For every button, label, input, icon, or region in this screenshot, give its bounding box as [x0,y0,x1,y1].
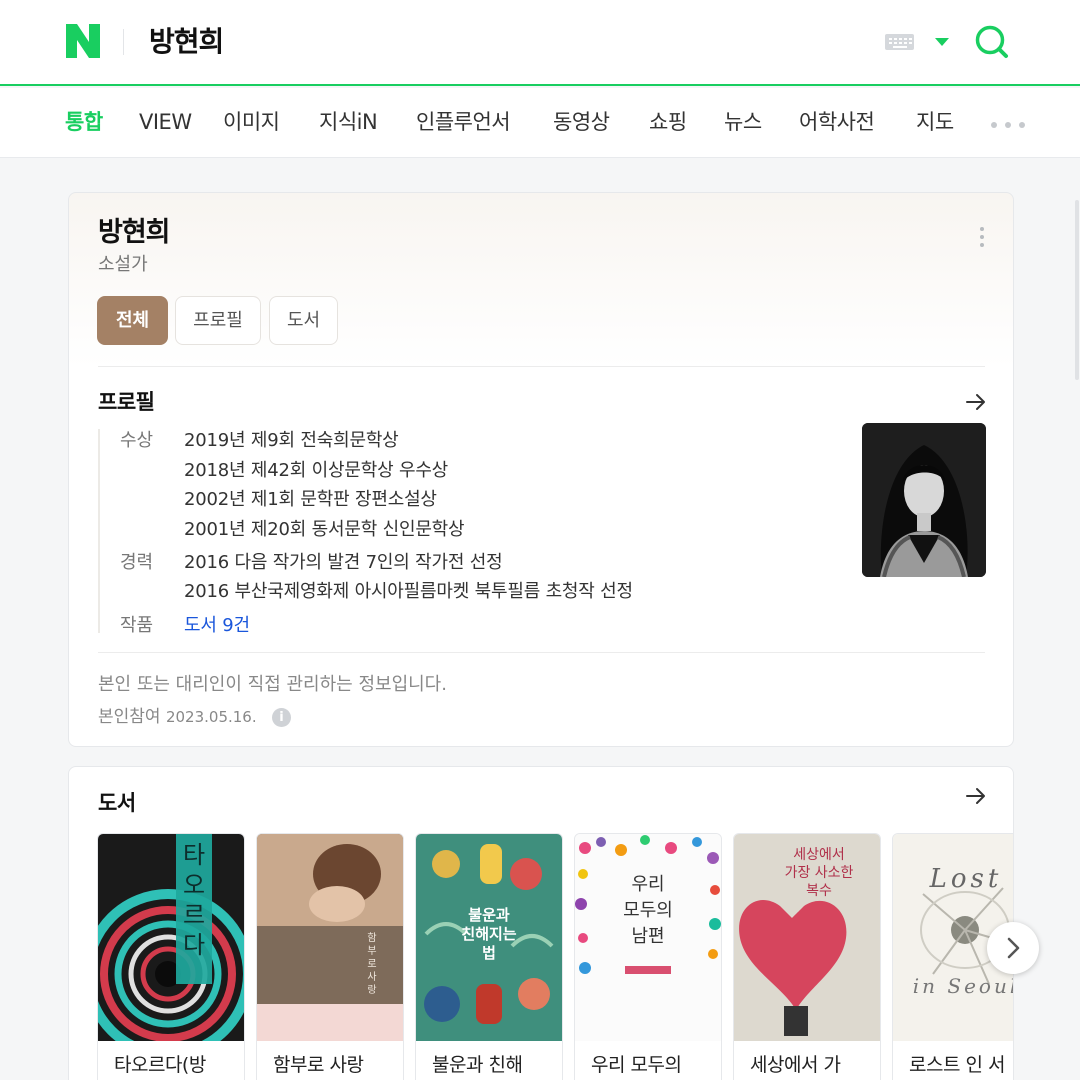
cover-title: 우리 모두의 남편 [623,874,673,947]
book-item[interactable]: 타오르다 타오르다(방 [97,833,245,1080]
book-item[interactable]: 세상에서 가장 사소한 복수 세상에서 가 [733,833,881,1080]
award-item: 2001년 제20회 동서문학 신인문학상 [184,519,465,540]
book-title: 타오르다(방 [114,1054,206,1076]
career-item: 2016 다음 작가의 발견 7인의 작가전 선정 [184,552,503,573]
award-item: 2002년 제1회 문학판 장편소설상 [184,489,437,510]
person-name: 방현희 [98,217,171,248]
arrow-right-icon[interactable] [965,785,987,807]
book-cover: 함부로사랑 [257,834,403,1041]
caret-down-icon[interactable] [935,38,949,46]
search-icon[interactable] [974,24,1010,60]
chip-profile[interactable]: 프로필 [175,296,261,345]
selfref-date: 2023.05.16. [165,708,257,726]
divider [98,652,985,653]
naver-logo[interactable] [64,22,102,60]
book-item[interactable]: 우리 모두의 남편 우리 모두의 [574,833,722,1080]
book-title: 함부로 사랑 [273,1054,364,1076]
chip-books[interactable]: 도서 [269,296,338,345]
cover-subtitle: in Seoul [912,974,1014,998]
profile-section-title[interactable]: 프로필 [98,388,155,416]
cover-title: 함부로사랑 [367,933,377,996]
books-section-title[interactable]: 도서 [98,789,136,817]
book-title: 불운과 친해 [432,1054,523,1076]
scrollbar[interactable] [1075,200,1079,380]
book-cover: 타오르다 [98,834,244,1041]
book-cover: 세상에서 가장 사소한 복수 [734,834,880,1041]
tab-news[interactable]: 뉴스 [724,108,762,136]
tab-view[interactable]: VIEW [139,108,192,136]
career-label: 경력 [120,552,154,573]
search-header: 방현희 [0,0,1080,86]
chevron-right-icon [1007,937,1020,959]
book-cover: 불운과 친해지는 법 [416,834,562,1041]
works-label: 작품 [120,615,154,636]
selfref-label: 본인참여 [98,707,161,727]
awards-label: 수상 [120,430,154,451]
book-title: 로스트 인 서 [909,1054,1005,1076]
tab-influencer[interactable]: 인플루언서 [416,108,511,136]
search-tabs: 통합 VIEW 이미지 지식iN 인플루언서 동영상 쇼핑 뉴스 어학사전 지도 [0,88,1080,158]
profile-info: 수상 2019년 제9회 전숙희문학상 2018년 제42회 이상문학상 우수상… [98,429,858,636]
tab-kin[interactable]: 지식iN [319,108,378,136]
books-card: 도서 타오르다 타오르다(방 함 부 로 사 랑 함부로 사랑 불운과 친해지는… [68,766,1014,1080]
tab-video[interactable]: 동영상 [553,108,610,136]
profile-photo[interactable] [862,423,986,577]
book-title: 세상에서 가 [750,1054,841,1076]
tab-shopping[interactable]: 쇼핑 [649,108,687,136]
tab-dictionary[interactable]: 어학사전 [799,108,875,136]
info-icon[interactable]: i [272,708,291,727]
search-query[interactable]: 방현희 [149,22,224,62]
ellipsis-icon[interactable] [991,122,1025,128]
award-item: 2019년 제9회 전숙희문학상 [184,430,399,451]
chip-all[interactable]: 전체 [97,296,168,345]
divider [98,366,985,367]
award-item: 2018년 제42회 이상문학상 우수상 [184,460,449,481]
keyboard-icon[interactable] [885,34,914,50]
header-divider [123,29,124,55]
cover-title: 타오르다 [182,841,206,959]
book-item[interactable]: 불운과 친해지는 법 불운과 친해 [415,833,563,1080]
works-link[interactable]: 도서 9건 [184,614,250,638]
vertical-ellipsis-icon[interactable] [980,227,985,247]
person-job: 소설가 [98,254,148,275]
tab-map[interactable]: 지도 [916,108,954,136]
self-participation: 본인참여 2023.05.16. [98,705,257,729]
book-title: 우리 모두의 [591,1054,682,1076]
cover-title: 세상에서 가장 사소한 복수 [784,847,854,899]
cover-title: 불운과 친해지는 법 [461,906,517,962]
cover-title: Lost [929,864,1003,894]
career-item: 2016 부산국제영화제 아시아필름마켓 북투필름 초청작 선정 [184,581,633,602]
book-cover: 우리 모두의 남편 [575,834,721,1041]
profile-card: 방현희 소설가 전체 프로필 도서 프로필 수상 2019년 제9회 전숙희문학… [68,192,1014,747]
book-item[interactable]: 함부로사랑 함부로 사랑 [256,833,404,1080]
carousel-next-button[interactable] [987,922,1039,974]
tab-images[interactable]: 이미지 [223,108,280,136]
managed-note: 본인 또는 대리인이 직접 관리하는 정보입니다. [98,674,447,695]
tab-all[interactable]: 통합 [65,108,103,136]
arrow-right-icon[interactable] [965,391,987,413]
